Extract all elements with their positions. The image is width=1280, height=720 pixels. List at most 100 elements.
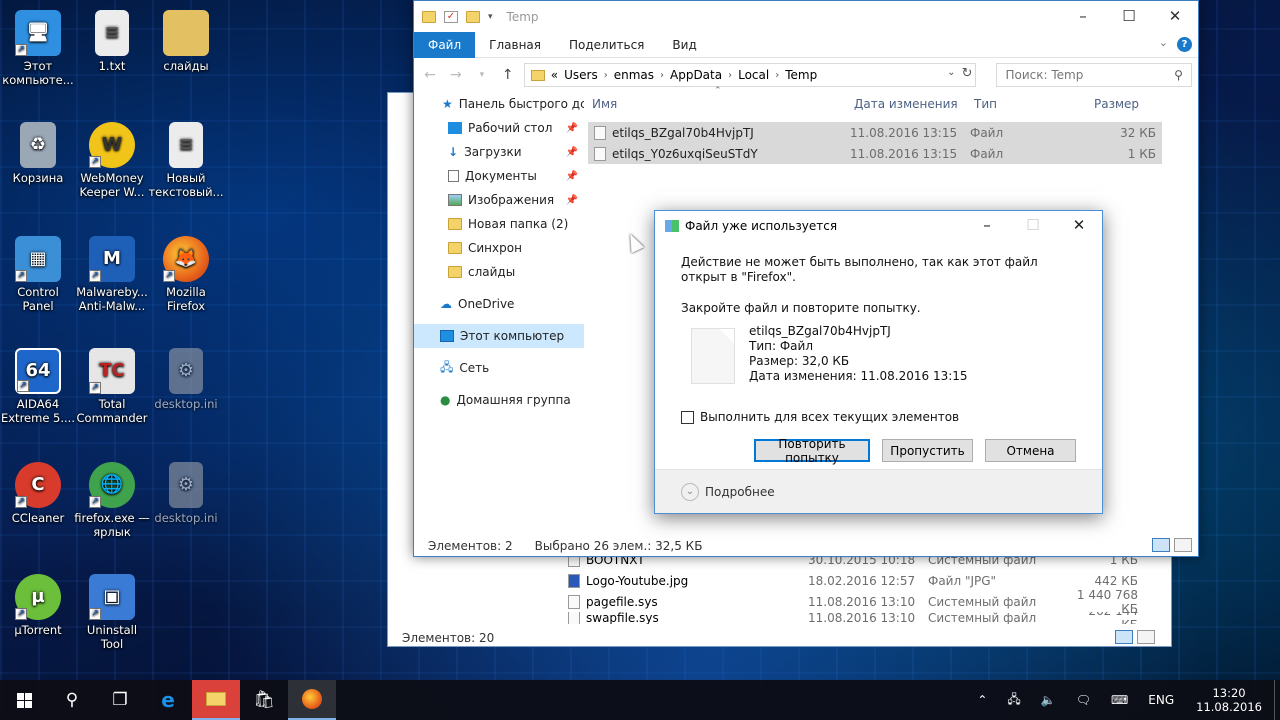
clock[interactable]: 13:20 11.08.2016 [1184, 686, 1274, 714]
apply-to-all-checkbox[interactable] [681, 411, 694, 424]
expand-ribbon-icon[interactable]: ⌄ [1159, 36, 1168, 49]
pin-icon[interactable]: 📌 [566, 195, 578, 206]
pin-icon[interactable]: 📌 [566, 123, 578, 134]
chevron-down-icon[interactable]: ⌄ [947, 67, 955, 78]
notification-icon[interactable]: 🗨 [1066, 693, 1101, 707]
close-button[interactable]: ✕ [1056, 211, 1102, 239]
breadcrumb-users[interactable]: Users [564, 68, 598, 82]
desktop-icon-utorrent[interactable]: µ ↗ µTorrent [0, 574, 76, 637]
column-name[interactable]: Имя [590, 97, 852, 111]
nav-item-this-pc[interactable]: Этот компьютер [414, 324, 584, 348]
desktop-icon-slides[interactable]: слайды [148, 10, 224, 73]
nav-item-downloads[interactable]: ↓ Загрузки 📌 [414, 140, 584, 164]
breadcrumb-appdata[interactable]: AppData [670, 68, 722, 82]
desktop-icon-this-pc[interactable]: 🖥 ↗ Этот компьюте... [0, 10, 76, 87]
desktop-icon-firefox-exe[interactable]: 🌐 ↗ firefox.exe — ярлык [74, 462, 150, 539]
nav-item-new-folder-2[interactable]: Новая папка (2) [414, 212, 584, 236]
edge-button[interactable]: e [144, 680, 192, 720]
desktop-icon-webmoney[interactable]: W ↗ WebMoney Keeper W... [74, 122, 150, 199]
cancel-button[interactable]: Отмена [985, 439, 1076, 462]
desktop-icon-total-commander[interactable]: TC ↗ Total Commander [74, 348, 150, 425]
nav-item-pictures[interactable]: Изображения 📌 [414, 188, 584, 212]
details-view-icon[interactable] [1152, 538, 1170, 552]
column-size[interactable]: Размер [1092, 97, 1158, 111]
nav-item-network[interactable]: 🖧 Сеть [414, 356, 584, 380]
start-button[interactable] [0, 680, 48, 720]
table-row[interactable]: etilqs_BZgal70b4HvjpTJ 11.08.2016 13:15 … [588, 122, 1162, 143]
search-button[interactable]: ⚲ [48, 680, 96, 720]
list-item[interactable]: pagefile.sys 11.08.2016 13:10 Системный … [568, 588, 1158, 616]
back-arrow-icon[interactable]: ← [420, 67, 440, 83]
chevron-down-icon[interactable]: ▾ [488, 12, 493, 22]
firefox-button[interactable] [288, 680, 336, 720]
desktop-icon-firefox[interactable]: 🦊 ↗ Mozilla Firefox [148, 236, 224, 313]
volume-icon[interactable]: 🔈 [1031, 693, 1066, 707]
nav-item-homegroup[interactable]: ● Домашняя группа [414, 388, 584, 412]
nav-item-sync[interactable]: Синхрон [414, 236, 584, 260]
breadcrumb-temp[interactable]: Temp [785, 68, 817, 82]
chevron-right-icon[interactable]: › [660, 70, 664, 81]
breadcrumb-local[interactable]: Local [738, 68, 769, 82]
nav-item-desktop[interactable]: Рабочий стол 📌 [414, 116, 584, 140]
pin-icon[interactable]: 📌 [566, 147, 578, 158]
dialog-title-bar[interactable]: Файл уже используется – ☐ ✕ [655, 211, 1102, 241]
apply-to-all-option[interactable]: Выполнить для всех текущих элементов [681, 410, 1076, 425]
desktop-icon-malwarebytes[interactable]: M ↗ Malwareby... Anti-Malw... [74, 236, 150, 313]
tab-share[interactable]: Поделиться [555, 32, 658, 58]
minimize-button[interactable]: – [1060, 1, 1106, 31]
table-row[interactable]: etilqs_Y0z6uxqiSeuSTdY 11.08.2016 13:15 … [588, 143, 1162, 164]
chevron-right-icon[interactable]: › [775, 70, 779, 81]
nav-item-quick-access[interactable]: ★ Панель быстрого дс [414, 92, 584, 116]
properties-icon[interactable]: ✓ [444, 10, 458, 23]
forward-arrow-icon[interactable]: → [446, 67, 466, 83]
column-type[interactable]: Тип [972, 97, 1092, 111]
desktop-icon-aida64[interactable]: 64 ↗ AIDA64 Extreme 5.... [0, 348, 76, 425]
new-folder-icon[interactable] [466, 10, 480, 23]
help-icon[interactable]: ? [1177, 37, 1192, 52]
desktop-icon-control-panel[interactable]: ▦ ↗ Control Panel [0, 236, 76, 313]
list-item[interactable]: swapfile.sys 11.08.2016 13:10 Системный … [568, 612, 1158, 624]
tab-file[interactable]: Файл [414, 31, 476, 58]
nav-item-documents[interactable]: Документы 📌 [414, 164, 584, 188]
details-view-icon[interactable] [1115, 630, 1133, 644]
tab-home[interactable]: Главная [475, 32, 555, 58]
tiles-view-icon[interactable] [1137, 630, 1155, 644]
skip-button[interactable]: Пропустить [882, 439, 973, 462]
history-chevron-icon[interactable]: ▾ [472, 70, 492, 80]
nav-item-onedrive[interactable]: ☁ OneDrive [414, 292, 584, 316]
desktop-icon-new-text[interactable]: ≡ Новый текстовый... [148, 122, 224, 199]
chevron-up-icon[interactable]: ⌃ [967, 693, 997, 707]
desktop-icon-recycle-bin[interactable]: ♻ Корзина [0, 122, 76, 185]
language-indicator[interactable]: ENG [1138, 693, 1184, 707]
breadcrumb-enmas[interactable]: enmas [614, 68, 654, 82]
tab-view[interactable]: Вид [658, 32, 710, 58]
chevron-right-icon[interactable]: › [604, 70, 608, 81]
address-bar[interactable]: « Users › enmas › AppData › Local › Temp… [523, 63, 977, 87]
nav-item-slides[interactable]: слайды [414, 260, 584, 284]
keyboard-icon[interactable]: ⌨ [1101, 693, 1138, 707]
desktop-icon-ccleaner[interactable]: C ↗ CCleaner [0, 462, 76, 525]
tiles-view-icon[interactable] [1174, 538, 1192, 552]
minimize-button[interactable]: – [964, 211, 1010, 239]
chevron-right-icon[interactable]: › [728, 70, 732, 81]
maximize-button[interactable]: ☐ [1106, 1, 1152, 31]
file-in-use-dialog[interactable]: Файл уже используется – ☐ ✕ Действие не … [654, 210, 1103, 514]
chevron-down-icon[interactable]: ⌄ [681, 482, 699, 501]
show-desktop-button[interactable] [1274, 680, 1280, 720]
search-input[interactable]: Поиск: Temp ⚲ [996, 63, 1192, 87]
task-view-button[interactable]: ❐ [96, 680, 144, 720]
column-date[interactable]: Дата изменения [852, 97, 972, 111]
pin-icon[interactable]: 📌 [566, 171, 578, 182]
desktop-icon-uninstall-tool[interactable]: ▣ ↗ Uninstall Tool [74, 574, 150, 651]
desktop-icon-1txt[interactable]: ≡ 1.txt [74, 10, 150, 73]
file-explorer-button[interactable] [192, 680, 240, 720]
more-details[interactable]: ⌄ Подробнее [655, 469, 1102, 513]
close-button[interactable]: ✕ [1152, 1, 1198, 31]
desktop-icon-desktop-ini-2[interactable]: ⚙ desktop.ini [148, 462, 224, 525]
store-button[interactable]: 🛍 [240, 680, 288, 720]
title-bar[interactable]: ✓ ▾ Temp – ☐ ✕ [414, 1, 1198, 32]
network-icon[interactable]: 🖧 [997, 690, 1030, 711]
refresh-icon[interactable]: ↻ [962, 66, 973, 81]
up-arrow-icon[interactable]: ↑ [498, 67, 518, 83]
desktop-icon-desktop-ini-1[interactable]: ⚙ desktop.ini [148, 348, 224, 411]
